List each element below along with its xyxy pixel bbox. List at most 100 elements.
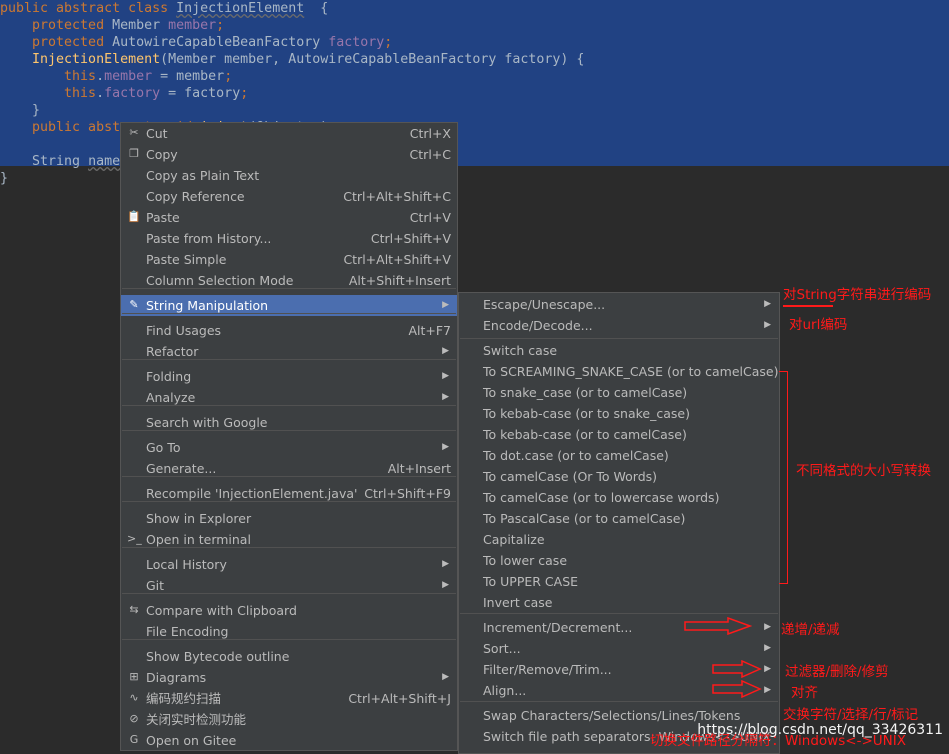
shortcut-label: Ctrl+Alt+Shift+J [348, 691, 451, 706]
watermark: https://blog.csdn.net/qq_33426311 [697, 722, 943, 738]
submenu-item-label: To kebab-case (or to snake_case) [483, 406, 690, 421]
arrow-icon [684, 617, 752, 635]
menu-item-cut[interactable]: ✂ Cut Ctrl+X [121, 123, 457, 144]
submenu-item-label: Encode/Decode... [483, 318, 593, 333]
submenu-item-label: Filter/Remove/Trim... [483, 662, 612, 677]
submenu-item-to-upper[interactable]: To UPPER CASE [459, 571, 779, 592]
submenu-item-label: Increment/Decrement... [483, 620, 633, 635]
menu-separator [122, 476, 456, 477]
menu-separator [122, 313, 456, 314]
menu-item-label: Paste [146, 210, 180, 225]
menu-item-label: Diagrams [146, 670, 207, 685]
annotation-bracket [779, 371, 788, 584]
submenu-item-label: To snake_case (or to camelCase) [483, 385, 688, 400]
cut-icon: ✂ [129, 126, 139, 139]
open-on-gitee-icon: G [129, 733, 139, 746]
annotation-case-convert: 不同格式的大小写转换 [796, 463, 931, 479]
submenu-item-to-snake[interactable]: To snake_case (or to camelCase) [459, 382, 779, 403]
menu-item-copy-reference[interactable]: Copy Reference Ctrl+Alt+Shift+C [121, 186, 457, 207]
submenu-item-capitalize[interactable]: Capitalize [459, 529, 779, 550]
menu-separator [122, 430, 456, 431]
menu-separator [460, 338, 778, 339]
menu-item-go-to[interactable]: Go To ▶ [121, 437, 457, 458]
submenu-item-to-camel-lower[interactable]: To camelCase (or to lowercase words) [459, 487, 779, 508]
menu-item-open-on-gitee[interactable]: G Open on Gitee [121, 730, 457, 751]
string-manipulation-icon: ✎ [129, 298, 139, 311]
submenu-item-to-kebab-camel[interactable]: To kebab-case (or to camelCase) [459, 424, 779, 445]
compare-with-clipboard-icon: ⇆ [129, 603, 139, 616]
context-menu: ✂ Cut Ctrl+X ❐ Copy Ctrl+C Copy as Plain Text C… [120, 122, 458, 751]
menu-item-label: Copy [146, 147, 178, 162]
submenu-item-sort[interactable]: Sort... ▶ [459, 638, 779, 659]
menu-item-code-scan[interactable]: ∿ 编码规约扫描 Ctrl+Alt+Shift+J [121, 688, 457, 709]
menu-item-copy[interactable]: ❐ Copy Ctrl+C [121, 144, 457, 165]
menu-item-show-bytecode-outline[interactable]: Show Bytecode outline [121, 646, 457, 667]
code-line: protected AutowireCapableBeanFactory fac… [0, 35, 393, 50]
code-line: this.member = member; [0, 69, 233, 84]
submenu-item-label: To camelCase (Or To Words) [483, 469, 658, 484]
menu-item-paste-simple[interactable]: Paste Simple Ctrl+Alt+Shift+V [121, 249, 457, 270]
submenu-item-invert-case[interactable]: Invert case [459, 592, 779, 613]
menu-item-close-realtime-check[interactable]: ⊘ 关闭实时检测功能 [121, 709, 457, 730]
submenu-arrow-icon: ▶ [764, 299, 771, 309]
submenu-item-label: Invert case [483, 595, 553, 610]
submenu-item-label: To UPPER CASE [483, 574, 579, 589]
submenu-arrow-icon: ▶ [764, 320, 771, 330]
submenu-item-switch-case[interactable]: Switch case [459, 340, 779, 361]
menu-separator [122, 359, 456, 360]
menu-item-label: Paste from History... [146, 231, 272, 246]
annotation-align: 对齐 [791, 685, 818, 701]
code-scan-icon: ∿ [129, 691, 139, 704]
submenu-arrow-icon: ▶ [764, 622, 771, 632]
shortcut-label: Ctrl+Shift+V [370, 231, 451, 246]
menu-item-label: Find Usages [146, 323, 222, 338]
menu-separator [460, 613, 778, 614]
menu-item-paste-from-history[interactable]: Paste from History... Ctrl+Shift+V [121, 228, 457, 249]
menu-item-label: 编码规约扫描 [146, 691, 222, 706]
submenu-item-label: To camelCase (or to lowercase words) [483, 490, 720, 505]
submenu-item-escape-unescape[interactable]: Escape/Unescape... ▶ [459, 294, 779, 315]
submenu-item-to-lower[interactable]: To lower case [459, 550, 779, 571]
code-line: this.factory = factory; [0, 86, 249, 101]
submenu-item-label: To lower case [483, 553, 568, 568]
shortcut-label: Alt+F7 [408, 323, 451, 338]
close-realtime-check-icon: ⊘ [129, 712, 139, 725]
menu-item-paste[interactable]: 📋 Paste Ctrl+V [121, 207, 457, 228]
submenu-item-encode-decode[interactable]: Encode/Decode... ▶ [459, 315, 779, 336]
menu-item-diagrams[interactable]: ⊞ Diagrams ▶ [121, 667, 457, 688]
submenu-item-to-pascal[interactable]: To PascalCase (or to camelCase) [459, 508, 779, 529]
menu-item-copy-plain-text[interactable]: Copy as Plain Text [121, 165, 457, 186]
menu-separator [122, 547, 456, 548]
menu-item-label: Compare with Clipboard [146, 603, 297, 618]
menu-item-label: Show Bytecode outline [146, 649, 290, 664]
submenu-arrow-icon: ▶ [764, 685, 771, 695]
menu-item-compare-with-clipboard[interactable]: ⇆ Compare with Clipboard [121, 600, 457, 621]
menu-item-label: Cut [146, 126, 168, 141]
submenu-item-to-screaming-snake[interactable]: To SCREAMING_SNAKE_CASE (or to camelCase… [459, 361, 779, 382]
menu-item-find-usages[interactable]: Find Usages Alt+F7 [121, 320, 457, 341]
code-line: InjectionElement(Member member, Autowire… [0, 52, 585, 67]
shortcut-label: Ctrl+C [409, 147, 451, 162]
code-line: public abstract class InjectionElement { [0, 1, 329, 16]
arrow-icon [712, 660, 762, 678]
annotation-increment: 递增/递减 [781, 622, 840, 638]
submenu-arrow-icon: ▶ [442, 672, 449, 682]
menu-item-folding[interactable]: Folding ▶ [121, 366, 457, 387]
menu-separator [122, 501, 456, 502]
menu-item-show-in-explorer[interactable]: Show in Explorer [121, 508, 457, 529]
open-in-terminal-icon: >_ [127, 532, 142, 545]
menu-item-label: Copy as Plain Text [146, 168, 260, 183]
submenu-item-to-camel-words[interactable]: To camelCase (Or To Words) [459, 466, 779, 487]
menu-item-label: Folding [146, 369, 192, 384]
submenu-arrow-icon: ▶ [442, 559, 449, 569]
submenu-item-to-kebab-snake[interactable]: To kebab-case (or to snake_case) [459, 403, 779, 424]
menu-item-label: Show in Explorer [146, 511, 252, 526]
submenu-item-to-dot[interactable]: To dot.case (or to camelCase) [459, 445, 779, 466]
menu-item-local-history[interactable]: Local History ▶ [121, 554, 457, 575]
menu-separator [122, 405, 456, 406]
shortcut-label: Ctrl+Alt+Shift+V [343, 252, 451, 267]
copy-icon: ❐ [129, 147, 139, 160]
menu-item-label: 关闭实时检测功能 [146, 712, 247, 727]
menu-separator [122, 288, 456, 289]
code-line: } [0, 103, 41, 118]
